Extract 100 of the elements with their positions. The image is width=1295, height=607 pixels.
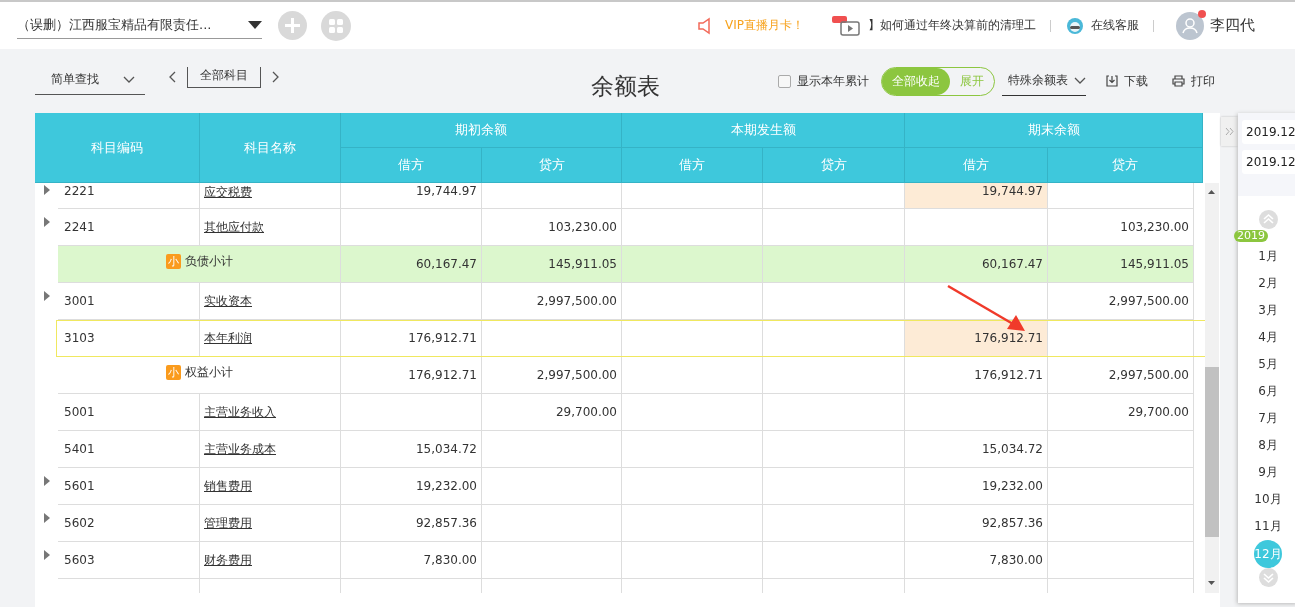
amount-cell: 19,232.00	[905, 468, 1048, 505]
expand-arrow-icon[interactable]	[43, 476, 50, 486]
expand-arrow-icon[interactable]	[43, 513, 50, 523]
table-row[interactable]: 5603 财务费用 7,830.00 7,830.00	[35, 542, 1203, 579]
expand-arrow-icon[interactable]	[43, 550, 50, 560]
account-code: 5602	[58, 505, 200, 542]
account-code: 5001	[58, 394, 200, 431]
amount-cell: 15,034.72	[341, 431, 482, 468]
amount-cell: 92,857.36	[905, 505, 1048, 542]
month-item[interactable]: 1月	[1254, 243, 1282, 270]
expand-arrow-icon[interactable]	[43, 185, 50, 195]
month-item[interactable]: 9月	[1254, 459, 1282, 486]
account-name-link[interactable]: 应交税费	[204, 184, 252, 201]
subtotal-badge: 小	[165, 364, 181, 380]
double-chevron-icon	[1225, 127, 1234, 136]
account-code: 5603	[58, 542, 200, 579]
month-item[interactable]: 7月	[1254, 405, 1282, 432]
account-name-link[interactable]: 管理费用	[204, 514, 252, 532]
table-row[interactable]: 5601 销售费用 19,232.00 19,232.00	[35, 468, 1203, 505]
news-link[interactable]: 】如何通过年终决算前的清理工	[868, 17, 1036, 34]
account-name-link[interactable]: 主营业务收入	[204, 403, 276, 421]
column-header: 科目名称	[200, 113, 341, 183]
amount-cell: 176,912.71	[905, 320, 1048, 357]
amount-cell: 60,167.47	[341, 246, 482, 283]
column-group-header: 本期发生额	[622, 113, 905, 148]
account-name-link[interactable]: 其他应付款	[204, 218, 264, 236]
amount-cell: 19,232.00	[341, 468, 482, 505]
search-mode-dropdown[interactable]: 简单查找	[35, 71, 145, 95]
amount-cell: 145,911.05	[482, 246, 622, 283]
amount-cell: 19,744.97	[341, 183, 482, 209]
subtotal-label: 负债小计	[184, 252, 233, 270]
account-name-link[interactable]: 实收资本	[204, 292, 252, 310]
chevron-right-icon[interactable]	[271, 71, 279, 83]
column-header: 贷方	[482, 148, 622, 183]
checkbox[interactable]	[778, 74, 791, 88]
subtotal-label: 权益小计	[184, 363, 233, 381]
account-name-link[interactable]: 主营业务成本	[204, 440, 276, 458]
scroll-down-icon[interactable]	[1208, 581, 1215, 585]
printer-icon	[1172, 75, 1185, 87]
month-item[interactable]: 11月	[1254, 513, 1282, 540]
account-code: 3001	[58, 283, 200, 320]
support-link[interactable]: 在线客服	[1091, 17, 1139, 34]
table-row[interactable]: 5001 主营业务收入 29,700.00 29,700.00	[35, 394, 1203, 431]
table-row[interactable]: 5401 主营业务成本 15,034.72 15,034.72	[35, 431, 1203, 468]
page-title: 余额表	[591, 72, 660, 101]
amount-cell: 92,857.36	[341, 505, 482, 542]
column-header: 贷方	[763, 148, 905, 183]
month-item[interactable]: 5月	[1254, 351, 1282, 378]
account-name-link[interactable]: 财务费用	[204, 551, 252, 569]
table-row[interactable]: 5602 管理费用 92,857.36 92,857.36	[35, 505, 1203, 542]
amount-cell: 29,700.00	[1048, 394, 1194, 431]
expand-arrow-icon[interactable]	[43, 217, 50, 227]
account-code: 2221	[58, 183, 200, 209]
month-item[interactable]: 6月	[1254, 378, 1282, 405]
column-header: 科目编码	[35, 113, 200, 183]
amount-cell: 19,744.97	[905, 183, 1048, 209]
table-row[interactable]: 2221 应交税费 19,744.97 19,744.97	[35, 183, 1203, 209]
amount-cell: 2,997,500.00	[482, 283, 622, 320]
user-name[interactable]: 李四代	[1210, 16, 1255, 35]
checkbox-label: 显示本年累计	[797, 72, 869, 90]
chevron-down-icon	[1074, 76, 1086, 85]
start-period-field[interactable]: 2019.12	[1242, 120, 1295, 144]
scope-selector[interactable]: 全部科目	[187, 66, 261, 88]
report-type-dropdown[interactable]: 特殊余额表	[1002, 72, 1086, 96]
user-avatar-icon[interactable]	[1176, 11, 1204, 40]
tv-icon	[832, 15, 862, 36]
month-item[interactable]: 3月	[1254, 297, 1282, 324]
company-selector[interactable]: （误删）江西服宝精品有限责任...	[17, 12, 262, 39]
amount-cell: 2,997,500.00	[1048, 283, 1194, 320]
amount-cell: 7,830.00	[905, 542, 1048, 579]
speaker-icon	[697, 16, 713, 35]
scrollbar-thumb[interactable]	[1205, 367, 1219, 537]
table-row[interactable]: 3001 实收资本 2,997,500.00 2,997,500.00	[35, 283, 1203, 320]
amount-cell: 15,034.72	[905, 431, 1048, 468]
amount-cell: 60,167.47	[905, 246, 1048, 283]
subtotal-badge: 小	[165, 253, 181, 269]
caret-down-icon	[248, 21, 262, 29]
column-header: 借方	[341, 148, 482, 183]
amount-cell: 176,912.71	[341, 320, 482, 357]
expand-arrow-icon[interactable]	[43, 291, 50, 301]
chevron-down-icon	[123, 75, 135, 84]
end-period-field[interactable]: 2019.12	[1242, 150, 1295, 174]
amount-cell: 2,997,500.00	[1048, 357, 1194, 394]
chevron-left-icon[interactable]	[169, 71, 177, 83]
column-group-header: 期末余额	[905, 113, 1203, 148]
scroll-up-icon[interactable]	[1208, 190, 1215, 194]
account-name-link[interactable]: 销售费用	[204, 477, 252, 495]
amount-cell: 145,911.05	[1048, 246, 1194, 283]
column-group-header: 期初余额	[341, 113, 622, 148]
download-icon	[1106, 75, 1118, 87]
print-button[interactable]: 打印	[1172, 72, 1215, 90]
account-code: 5401	[58, 431, 200, 468]
month-item[interactable]: 8月	[1254, 432, 1282, 459]
amount-cell: 7,830.00	[341, 542, 482, 579]
download-button[interactable]: 下载	[1106, 72, 1148, 90]
month-item[interactable]: 4月	[1254, 324, 1282, 351]
month-item[interactable]: 10月	[1254, 486, 1282, 513]
account-name-link[interactable]: 本年利润	[204, 329, 252, 347]
month-item[interactable]: 2月	[1254, 270, 1282, 297]
amount-cell: 29,700.00	[482, 394, 622, 431]
